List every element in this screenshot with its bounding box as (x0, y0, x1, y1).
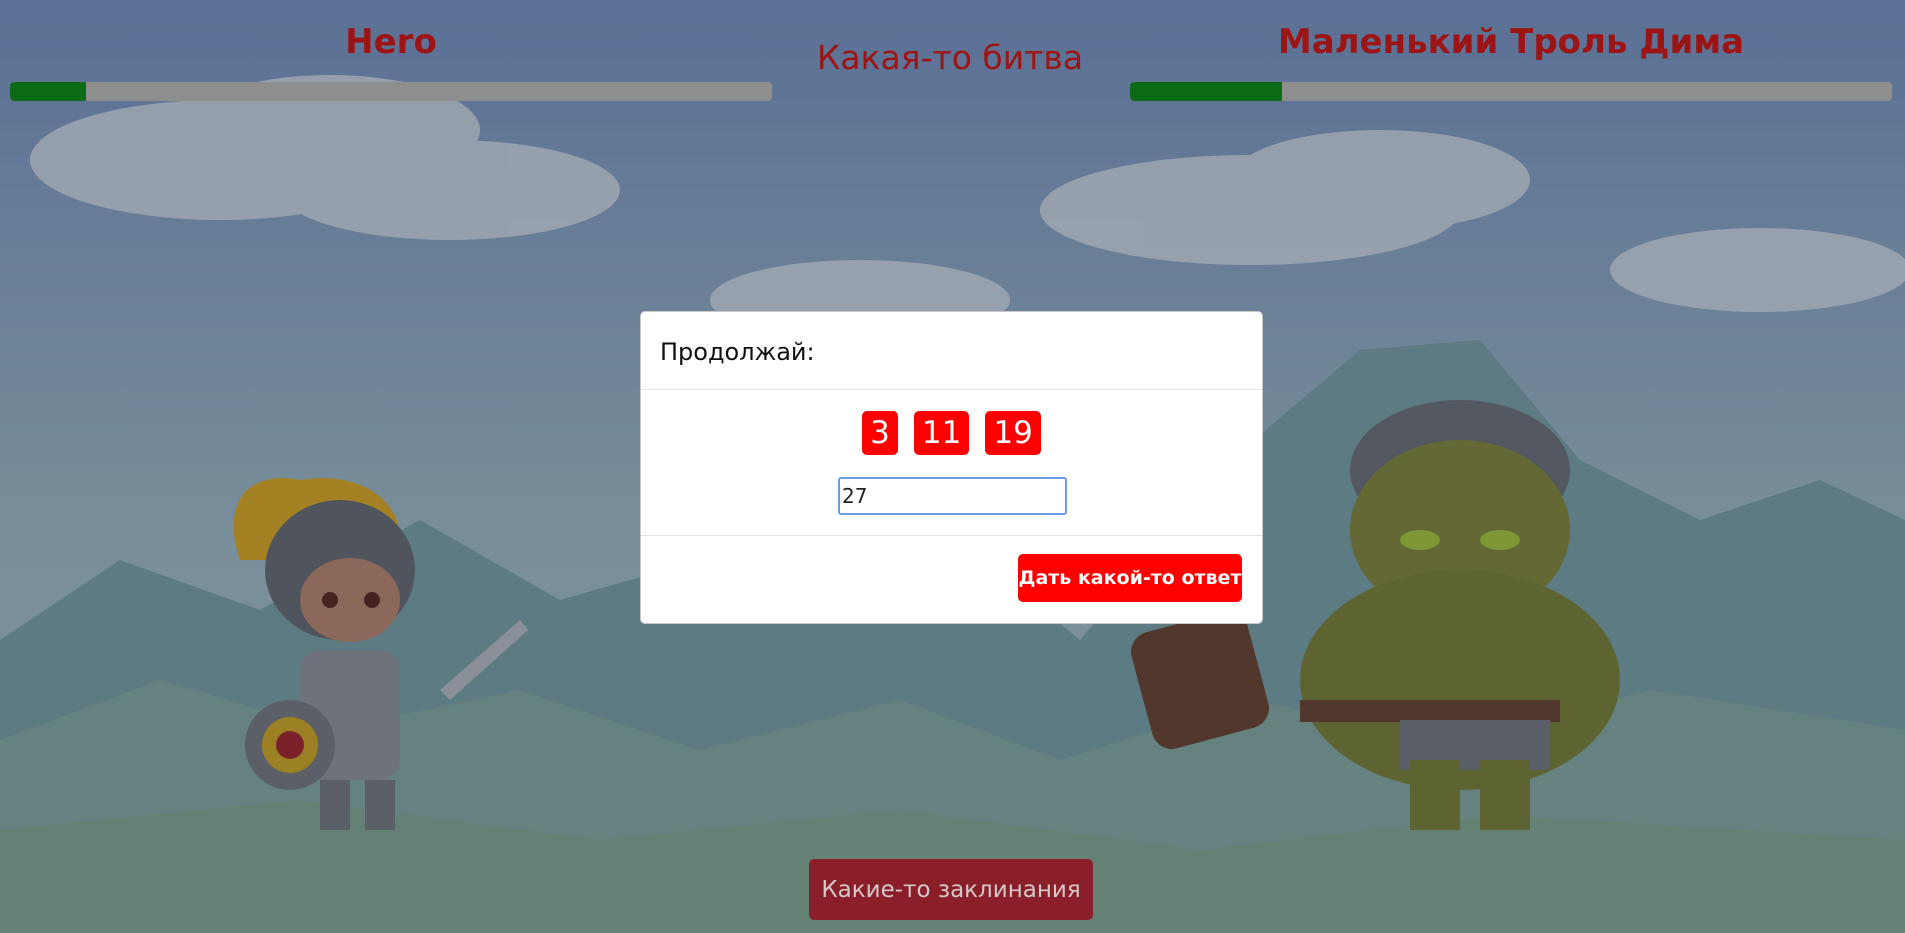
sequence-number: 19 (985, 411, 1041, 455)
hero-health-bar (10, 82, 772, 101)
modal-body: 3 11 19 (641, 390, 1262, 536)
enemy-health-bar (1130, 82, 1892, 101)
sequence-number: 11 (913, 411, 970, 455)
answer-input[interactable] (838, 477, 1067, 515)
question-modal: Продолжай: 3 11 19 Дать какой-то ответ (640, 311, 1263, 624)
spells-button[interactable]: Какие-то заклинания (809, 859, 1093, 920)
battle-title: Какая-то битва (816, 38, 1084, 77)
enemy-health-fill (1130, 82, 1283, 101)
hero-health-fill (10, 82, 87, 101)
hero-name: Hero (345, 22, 437, 62)
modal-header: Продолжай: (641, 312, 1262, 390)
modal-title: Продолжай: (660, 338, 815, 366)
submit-answer-button[interactable]: Дать какой-то ответ (1018, 554, 1242, 602)
sequence-numbers: 3 11 19 (641, 411, 1262, 455)
enemy-name: Маленький Троль Дима (1277, 22, 1745, 62)
sequence-number: 3 (862, 411, 898, 455)
